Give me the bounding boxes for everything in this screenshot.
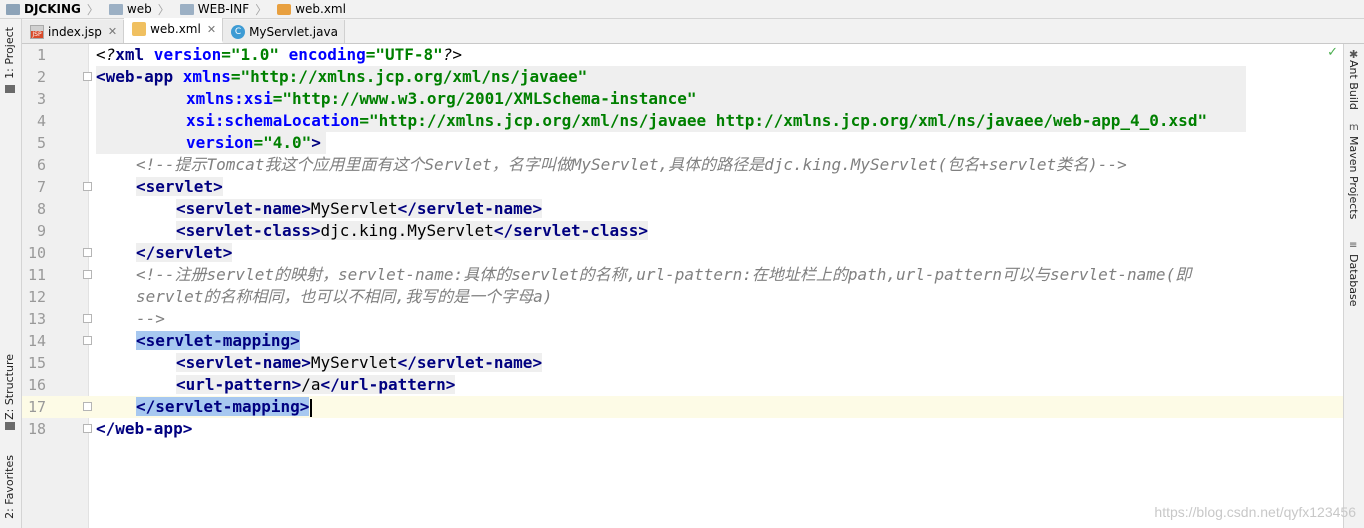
fold-marker-icon[interactable] — [83, 314, 92, 323]
code-line-12: 12 servlet的名称相同，也可以不相同,我写的是一个字母a) — [27, 287, 553, 306]
code-line-9: 9 <servlet-class>djc.king.MyServlet</ser… — [36, 221, 649, 240]
maven-projects-tool-tab[interactable]: Maven Projects — [1347, 136, 1360, 219]
fold-marker-icon[interactable] — [83, 182, 92, 191]
code-line-10: 10 </servlet> — [27, 243, 233, 262]
fold-marker-icon[interactable] — [83, 72, 92, 81]
code-line-1: 1 <?xml version="1.0" encoding="UTF-8"?> — [36, 45, 463, 64]
chevron-right-icon: 〉 — [86, 2, 99, 17]
database-tool-tab[interactable]: Database — [1347, 254, 1360, 307]
code-line-3: 3 xmlns:xsi="http://www.w3.org/2001/XMLS… — [22, 88, 1343, 110]
fold-marker-icon[interactable] — [83, 402, 92, 411]
structure-tool-tab[interactable]: Z: Structure — [3, 354, 16, 420]
code-line-13: 13 --> — [27, 309, 165, 328]
xml-file-icon — [132, 22, 147, 36]
breadcrumb-web-inf[interactable]: WEB-INF 〉 — [174, 0, 271, 18]
fold-marker-icon[interactable] — [83, 248, 92, 257]
code-line-16: 16 <url-pattern>/a</url-pattern> — [27, 375, 456, 394]
code-line-7: 7 <servlet> — [36, 177, 223, 196]
ant-build-tool-tab[interactable]: Ant Build — [1347, 60, 1360, 110]
breadcrumb: DJCKING 〉 web 〉 WEB-INF 〉 web.xml — [0, 0, 1364, 19]
code-line-2: 2 <web-app xmlns="http://xmlns.jcp.org/x… — [22, 66, 1343, 88]
code-line-15: 15 <servlet-name>MyServlet</servlet-name… — [27, 353, 543, 372]
java-class-icon: C — [231, 24, 246, 39]
tab-index-jsp[interactable]: index.jsp ✕ — [22, 20, 125, 43]
xml-file-icon — [277, 3, 292, 15]
fold-marker-icon[interactable] — [83, 424, 92, 433]
chevron-right-icon: 〉 — [157, 2, 170, 17]
right-tool-strip: ✱ Ant Build m Maven Projects ≡ Database — [1343, 44, 1364, 528]
favorites-tool-tab[interactable]: 2: Favorites — [3, 455, 16, 519]
folder-icon — [108, 3, 123, 15]
code-line-5: 5 version="4.0"> — [22, 132, 1343, 154]
chevron-right-icon: 〉 — [255, 2, 268, 17]
watermark: https://blog.csdn.net/qyfx123456 — [1154, 504, 1356, 520]
database-icon: ≡ — [1349, 240, 1358, 251]
code-line-11: 11 <!--注册servlet的映射，servlet-name:具体的serv… — [27, 265, 1192, 284]
close-icon[interactable]: ✕ — [108, 25, 117, 38]
code-line-17: 17 </servlet-mapping> — [22, 396, 1343, 418]
ant-icon: ✱ — [1349, 48, 1359, 61]
tab-myservlet-java[interactable]: C MyServlet.java — [223, 20, 345, 43]
text-caret — [310, 398, 313, 417]
structure-icon — [5, 422, 15, 430]
breadcrumb-project[interactable]: DJCKING 〉 — [0, 0, 103, 18]
tab-web-xml[interactable]: web.xml ✕ — [124, 18, 224, 43]
inspection-ok-icon: ✓ — [1327, 45, 1338, 60]
code-line-18: 18 </web-app> — [27, 419, 193, 438]
fold-marker-icon[interactable] — [83, 270, 92, 279]
maven-icon: m — [1349, 122, 1359, 133]
code-line-8: 8 <servlet-name>MyServlet</servlet-name> — [36, 199, 543, 218]
code-line-6: 6 <!--提示Tomcat我这个应用里面有这个Servlet，名字叫做MySe… — [36, 155, 1127, 174]
left-tool-strip: 1: Project Z: Structure 2: Favorites — [0, 19, 22, 528]
code-editor[interactable]: 1 <?xml version="1.0" encoding="UTF-8"?>… — [22, 44, 1343, 528]
close-icon[interactable]: ✕ — [207, 23, 216, 36]
editor-tabs: index.jsp ✕ web.xml ✕ C MyServlet.java — [22, 18, 1364, 44]
folder-icon — [179, 3, 194, 15]
code-line-4: 4 xsi:schemaLocation="http://xmlns.jcp.o… — [22, 110, 1343, 132]
jsp-file-icon — [30, 24, 44, 39]
project-icon — [5, 85, 15, 93]
code-line-14: 14 <servlet-mapping> — [27, 331, 300, 350]
breadcrumb-web-xml[interactable]: web.xml — [271, 0, 350, 18]
project-icon — [6, 3, 20, 15]
breadcrumb-web[interactable]: web 〉 — [103, 0, 174, 18]
project-tool-tab[interactable]: 1: Project — [3, 27, 16, 79]
fold-marker-icon[interactable] — [83, 336, 92, 345]
